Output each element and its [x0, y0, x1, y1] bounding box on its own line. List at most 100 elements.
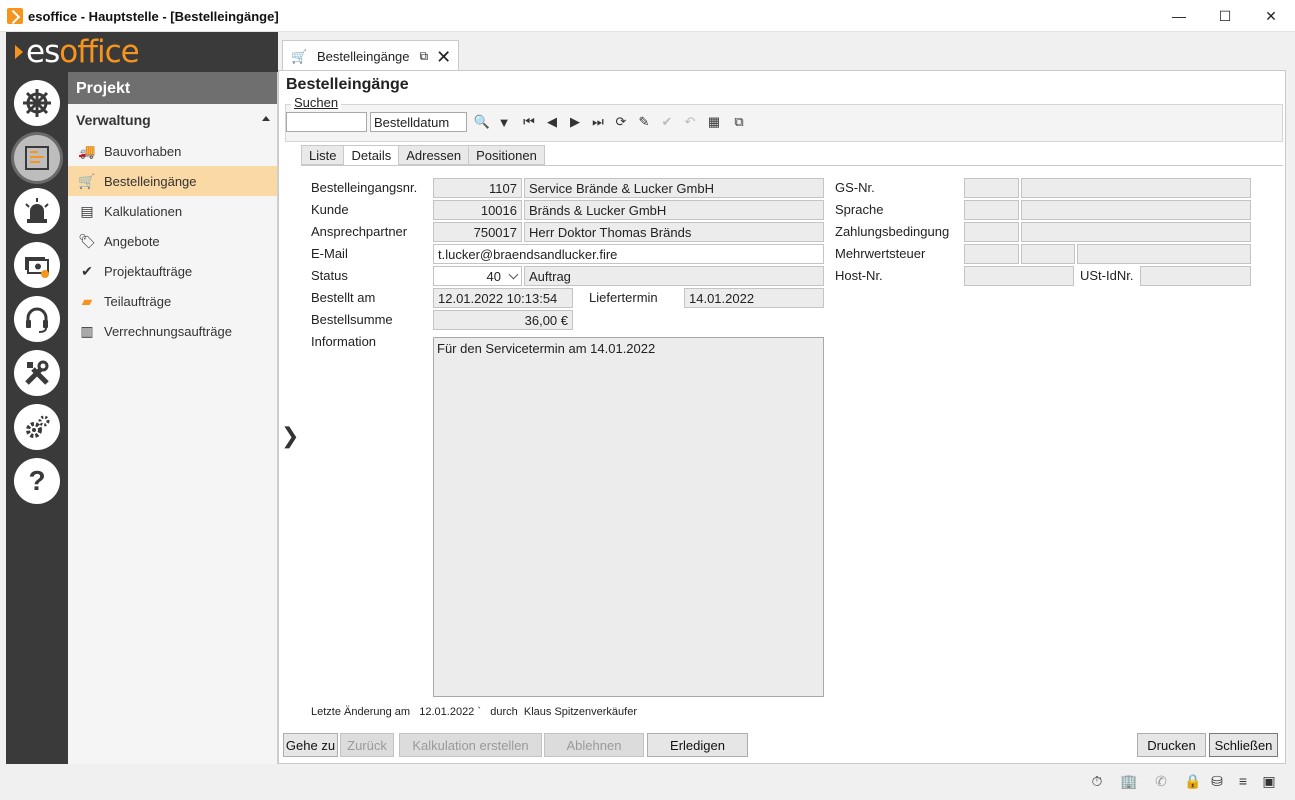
project-icon[interactable]	[14, 135, 60, 181]
close-window-button[interactable]: ✕	[1248, 0, 1294, 32]
create-calculation-button[interactable]: Kalkulation erstellen	[399, 733, 542, 757]
gs-number-field[interactable]	[964, 178, 1019, 198]
nav-item-projektauftraege[interactable]: ✔ Projektaufträge	[68, 256, 277, 286]
money-icon[interactable]	[14, 242, 60, 288]
status-bar: ⏱ 🏢 ✆ 🔒 ⛁ ≡ ▣	[0, 764, 1295, 800]
nav-item-label: Bauvorhaben	[104, 143, 182, 159]
stack-icon: ▰	[81, 292, 93, 309]
tab-positionen[interactable]: Positionen	[468, 145, 545, 165]
cart-icon: 🛒	[78, 172, 96, 189]
stopwatch-icon[interactable]: ⏱	[1088, 772, 1106, 790]
information-textarea[interactable]: Für den Servicetermin am 14.01.2022	[433, 337, 824, 697]
email-field[interactable]: t.lucker@braendsandlucker.fire	[433, 244, 824, 264]
payment-code-field[interactable]	[964, 222, 1019, 242]
label-contact: Ansprechpartner	[311, 224, 408, 239]
phone-icon[interactable]: ✆	[1152, 772, 1170, 790]
search-field-select[interactable]: Bestelldatum	[370, 112, 467, 132]
search-input[interactable]	[286, 112, 367, 132]
order-number-field[interactable]: 1107	[433, 178, 522, 198]
label-vat: Mehrwertsteuer	[835, 246, 926, 261]
status-select[interactable]: 40	[433, 266, 522, 286]
contact-number-field[interactable]: 750017	[433, 222, 522, 242]
copy-records-icon[interactable]: ⧉	[729, 112, 749, 132]
refresh-icon[interactable]: ⟳	[611, 112, 631, 132]
customer-number-field[interactable]: 10016	[433, 200, 522, 220]
database-icon[interactable]: ⛁	[1208, 772, 1226, 790]
previous-record-icon[interactable]: ◀	[542, 112, 562, 132]
language-code-field[interactable]	[964, 200, 1019, 220]
label-ordered-at: Bestellt am	[311, 290, 376, 305]
nav-item-kalkulationen[interactable]: ▤ Kalkulationen	[68, 196, 277, 226]
window-title: esoffice - Hauptstelle - [Bestelleingäng…	[28, 9, 279, 24]
delivery-date-field[interactable]: 14.01.2022	[684, 288, 824, 308]
tab-adressen[interactable]: Adressen	[398, 145, 470, 165]
nav-item-angebote[interactable]: 🏷 Angebote	[68, 226, 277, 256]
label-ust-id: USt-IdNr.	[1080, 268, 1134, 283]
vat-code-field[interactable]	[964, 244, 1019, 264]
helm-icon[interactable]	[14, 80, 60, 126]
export-icon[interactable]: ▦	[704, 112, 724, 132]
close-tab-icon[interactable]: ✕	[436, 48, 451, 66]
nav-item-teilauftraege[interactable]: ▰ Teilaufträge	[68, 286, 277, 316]
order-sum-field[interactable]: 36,00 €	[433, 310, 573, 330]
expand-panel-icon[interactable]: ❯	[281, 424, 299, 449]
search-icon[interactable]: 🔍	[472, 112, 492, 132]
tools-icon[interactable]	[14, 350, 60, 396]
first-record-icon[interactable]: ⏮	[519, 112, 539, 132]
tab-liste[interactable]: Liste	[301, 145, 345, 165]
undo-icon[interactable]: ↶	[680, 112, 700, 132]
help-icon[interactable]: ?	[14, 458, 60, 504]
cart-icon: 🛒	[291, 48, 308, 64]
gs-name-field[interactable]	[1021, 178, 1251, 198]
building-icon[interactable]: 🏢	[1120, 772, 1138, 790]
back-button[interactable]: Zurück	[340, 733, 394, 757]
popout-icon[interactable]: ⧉	[420, 49, 429, 64]
nav-item-verrechnungsauftraege[interactable]: ▥ Verrechnungsaufträge	[68, 316, 277, 346]
nav-item-label: Projektaufträge	[104, 263, 193, 279]
nav-item-bauvorhaben[interactable]: 🚚 Bauvorhaben	[68, 136, 277, 166]
nav-item-bestelleingaenge[interactable]: 🛒 Bestelleingänge	[68, 166, 277, 196]
vat-name-field[interactable]	[1077, 244, 1251, 264]
language-name-field[interactable]	[1021, 200, 1251, 220]
maximize-button[interactable]: ☐	[1202, 0, 1248, 32]
headset-icon[interactable]	[14, 296, 60, 342]
nav-item-label: Teilaufträge	[104, 293, 172, 309]
last-change-mark: `	[477, 706, 482, 718]
nav-item-label: Verrechnungsaufträge	[104, 323, 232, 339]
settings-icon[interactable]	[14, 404, 60, 450]
label-email: E-Mail	[311, 246, 348, 261]
next-record-icon[interactable]: ▶	[565, 112, 585, 132]
document-tab[interactable]: 🛒 Bestelleingänge ⧉ ✕	[282, 40, 459, 72]
sql-icon[interactable]: ▣	[1260, 772, 1278, 790]
navigation-panel: Projekt Verwaltung 🚚 Bauvorhaben 🛒 Beste…	[68, 72, 278, 764]
nav-group-header[interactable]: Verwaltung	[68, 104, 277, 136]
order-name-field[interactable]: Service Brände & Lucker GmbH	[524, 178, 824, 198]
tab-details[interactable]: Details	[343, 145, 400, 166]
host-number-field[interactable]	[964, 266, 1074, 286]
main-panel: Bestelleingänge Suchen Bestelldatum 🔍 ▼ …	[278, 70, 1286, 764]
edit-icon[interactable]: ✎	[634, 112, 654, 132]
minimize-button[interactable]: —	[1156, 0, 1202, 32]
status-value: 40	[486, 269, 501, 284]
list-arrow-icon[interactable]: ≡	[1234, 772, 1252, 790]
lock-icon[interactable]: 🔒	[1184, 772, 1202, 790]
close-button[interactable]: Schließen	[1209, 733, 1278, 757]
contact-name-field[interactable]: Herr Doktor Thomas Bränds	[524, 222, 824, 242]
goto-button[interactable]: Gehe zu	[283, 733, 338, 757]
reject-button[interactable]: Ablehnen	[544, 733, 644, 757]
filter-icon[interactable]: ▼	[494, 112, 514, 132]
ust-id-field[interactable]	[1140, 266, 1251, 286]
status-text-field[interactable]: Auftrag	[524, 266, 824, 286]
ordered-at-field[interactable]: 12.01.2022 10:13:54	[433, 288, 573, 308]
alarm-icon[interactable]	[14, 188, 60, 234]
label-information: Information	[311, 334, 377, 349]
last-change-date: 12.01.2022	[419, 706, 475, 718]
last-record-icon[interactable]: ⏭	[588, 112, 608, 132]
payment-name-field[interactable]	[1021, 222, 1251, 242]
print-button[interactable]: Drucken	[1137, 733, 1206, 757]
logo-es: es	[26, 34, 60, 70]
customer-name-field[interactable]: Bränds & Lucker GmbH	[524, 200, 824, 220]
vat-rate-field[interactable]	[1021, 244, 1075, 264]
save-check-icon[interactable]: ✔	[657, 112, 677, 132]
complete-button[interactable]: Erledigen	[647, 733, 748, 757]
